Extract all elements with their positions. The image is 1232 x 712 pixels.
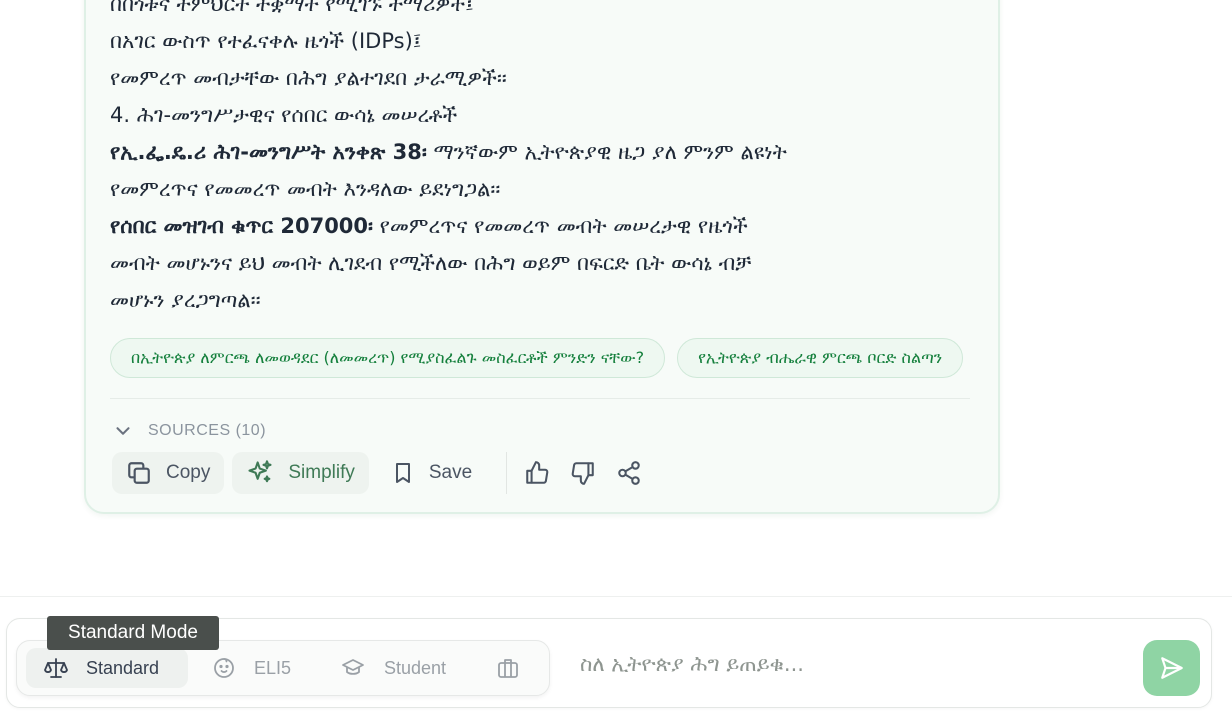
answer-text: በበጎቱና ተምህርት ተቋማት የሚገኙ ተማሪዎች፤ በአገር ውስጥ የተ… (110, 0, 980, 319)
answer-line: መሆኑን ያረጋግጣል፡፡ (110, 288, 261, 312)
answer-line: የመምረጥና የመመረጥ መብት እንዳለው ይደነግጋል፡፡ (110, 177, 501, 201)
answer-line: የኢ.ፌ.ዴ.ሪ ሕገ-መንግሥት አንቀጽ 38፡ ማንኛውም ኢትዮጵያዊ … (110, 140, 787, 164)
question-input[interactable] (580, 644, 1120, 684)
composer-divider (0, 596, 1232, 597)
actions-divider (506, 452, 508, 494)
thumbs-down-icon (571, 462, 594, 485)
divider (110, 398, 970, 399)
chevron-down-icon (116, 427, 130, 435)
answer-line: መብት መሆኑንና ይህ መብት ሊገደብ የሚችለው በሕግ ወይም በፍርድ… (110, 251, 752, 275)
thumbs-up-button[interactable] (517, 452, 557, 494)
article-reference: የኢ.ፌ.ዴ.ሪ ሕገ-መንግሥት አንቀጽ 38፡ (110, 140, 427, 164)
send-icon (1160, 657, 1183, 679)
cassation-reference: የሰበር መዝገብ ቁጥር 207000፡ (110, 214, 373, 238)
suggestion-chip[interactable]: የኢትዮጵያ ብሔራዊ ምርጫ ቦርድ ስልጣን (677, 338, 964, 378)
mode-eli5[interactable]: ELI5 (212, 648, 291, 688)
save-button[interactable]: Save (377, 452, 486, 494)
bookmark-icon (395, 463, 410, 483)
share-button[interactable] (609, 452, 649, 494)
briefcase-icon (498, 659, 518, 678)
answer-line: 4. ሕገ-መንግሥታዊና የሰበር ውሳኔ መሠረቶች (110, 103, 458, 127)
share-icon (618, 461, 640, 485)
suggestion-chip[interactable]: በኢትዮጵያ ለምርጫ ለመወዳደር (ለመመረጥ) የሚያስፈልጉ መስፈርቶ… (110, 338, 666, 378)
mode-standard[interactable]: Standard (26, 648, 188, 688)
answer-line: በበጎቱና ተምህርት ተቋማት የሚገኙ ተማሪዎች፤ (110, 0, 474, 16)
scale-icon (44, 658, 68, 678)
baby-face-icon (214, 658, 234, 678)
send-button[interactable] (1143, 640, 1200, 696)
graduation-cap-icon (342, 659, 364, 675)
copy-button[interactable]: Copy (112, 452, 225, 494)
answer-actions: Copy Simplify Save (112, 450, 655, 496)
simplify-button[interactable]: Simplify (232, 452, 369, 494)
sparkles-icon (248, 460, 272, 483)
mode-professional[interactable] (496, 648, 538, 688)
answer-line: የሰበር መዝገብ ቁጥር 207000፡ የመምረጥና የመመረጥ መብት መ… (110, 214, 748, 238)
thumbs-down-button[interactable] (563, 452, 603, 494)
mode-label: Standard (86, 657, 160, 678)
sources-label: SOURCES (10) (148, 422, 267, 439)
simplify-label: Simplify (288, 462, 355, 483)
thumbs-up-icon (526, 461, 549, 484)
sources-toggle[interactable]: SOURCES (10) (112, 418, 266, 444)
mode-tooltip: Standard Mode (47, 616, 219, 650)
save-label: Save (428, 462, 473, 483)
answer-line: የመምረጥ መብታቸው በሕግ ያልተገደበ ታራሚዎች፡፡ (110, 66, 507, 90)
copy-label: Copy (166, 462, 211, 483)
copy-icon (128, 462, 150, 484)
mode-student[interactable]: Student (340, 648, 446, 688)
suggested-questions: በኢትዮጵያ ለምርጫ ለመወዳደር (ለመመረጥ) የሚያስፈልጉ መስፈርቶ… (110, 338, 970, 380)
mode-label: Student (384, 657, 447, 678)
mode-label: ELI5 (254, 657, 292, 678)
answer-line: በአገር ውስጥ የተፈናቀሉ ዜጎች (IDPs)፤ (110, 29, 422, 53)
